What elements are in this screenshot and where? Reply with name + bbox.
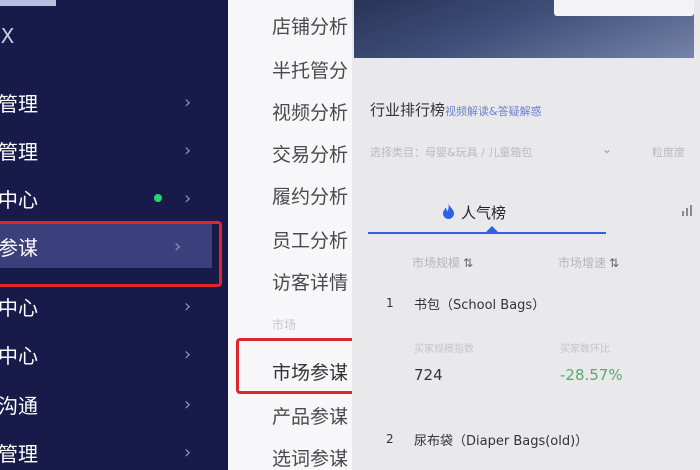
chevron-right-icon: › — [184, 441, 192, 463]
submenu-group-label: 市场 — [272, 318, 297, 332]
tab-active-caret — [486, 226, 498, 232]
chevron-right-icon: › — [184, 187, 192, 209]
column-header-label: 市场增速 — [558, 256, 607, 270]
rank-number: 1 — [386, 296, 394, 310]
category-name[interactable]: 尿布袋（Diaper Bags(old)） — [414, 430, 588, 449]
flame-icon — [442, 202, 455, 223]
chevron-right-icon: › — [184, 295, 192, 317]
sidebar-item-label: 中心 — [0, 343, 38, 368]
annotation-highlight-box — [0, 221, 222, 287]
metric-value: 724 — [414, 366, 443, 384]
page-title: 行业排行榜 — [370, 101, 446, 119]
sidebar-item-label: 中心 — [0, 295, 38, 320]
sidebar-item[interactable]: 管理 › — [0, 80, 212, 124]
sidebar-collapse-icon[interactable]: Ⅸ — [0, 24, 14, 48]
bar-chart-icon[interactable] — [682, 204, 698, 220]
submenu-item[interactable]: 交易分析 — [272, 140, 348, 167]
sidebar-item[interactable]: 中心 › — [0, 284, 212, 328]
ranking-header: 行业排行榜视频解读&答疑解惑 — [370, 99, 542, 120]
sidebar-item[interactable]: 中心 › — [0, 332, 212, 376]
ranking-tabs: 人气榜 — [352, 196, 700, 240]
tab-popular[interactable]: 人气榜 — [442, 202, 506, 223]
tab-active-underline — [368, 232, 606, 234]
submenu-item[interactable]: 选词参谋 — [272, 444, 348, 470]
submenu-item[interactable]: 访客详情 — [272, 268, 348, 295]
sort-icon[interactable]: ⇅ — [463, 256, 473, 270]
sidebar-item-label: 管理 — [0, 139, 38, 164]
rank-number: 2 — [386, 432, 394, 446]
chevron-right-icon: › — [184, 393, 192, 415]
chevron-right-icon: › — [184, 343, 192, 365]
submenu-item[interactable]: 视频分析 — [272, 98, 348, 125]
sidebar-item-label: 管理 — [0, 441, 38, 466]
banner-button[interactable] — [554, 0, 694, 16]
metric-label: 买家规模指数 — [414, 344, 474, 355]
submenu-item[interactable]: 半托管分 — [272, 56, 348, 83]
sidebar-item[interactable]: 管理 › — [0, 128, 212, 172]
status-dot — [154, 194, 162, 202]
sidebar-item-label: 沟通 — [0, 393, 38, 418]
sidebar-item-label: 管理 — [0, 91, 38, 116]
column-header-label: 市场规模 — [412, 256, 461, 270]
column-header-market-growth[interactable]: 市场增速 ⇅ — [558, 254, 619, 271]
granularity-select[interactable]: 粒度度 — [652, 144, 685, 160]
submenu-item[interactable]: 员工分析 — [272, 226, 348, 253]
submenu-item[interactable]: 产品参谋 — [272, 402, 348, 429]
screen: { "sidebar": { "top_glyph": "Ⅸ", "items"… — [0, 0, 700, 470]
tab-popular-label: 人气榜 — [461, 204, 507, 222]
sidebar-item[interactable]: 中心 › — [0, 176, 212, 220]
chevron-down-icon[interactable]: ⌄ — [602, 142, 612, 156]
main-content: 行业排行榜视频解读&答疑解惑 选择类目：母婴&玩具 / 儿童箱包 ⌄ 粒度度 人… — [352, 0, 700, 470]
sort-icon[interactable]: ⇅ — [609, 256, 619, 270]
video-guide-link[interactable]: 视频解读&答疑解惑 — [445, 105, 542, 118]
banner-image — [354, 0, 694, 58]
chevron-right-icon: › — [184, 91, 192, 113]
metric-growth-value: -28.57% — [560, 366, 623, 384]
chevron-right-icon: › — [184, 139, 192, 161]
category-select[interactable]: 选择类目：母婴&玩具 / 儿童箱包 — [370, 146, 532, 159]
column-header-market-size[interactable]: 市场规模 ⇅ — [412, 254, 473, 271]
submenu-item[interactable]: 店铺分析 — [272, 12, 348, 39]
submenu-item[interactable]: 履约分析 — [272, 182, 348, 209]
sidebar-item[interactable]: 沟通 › — [0, 382, 212, 426]
sidebar-item-label: 中心 — [0, 187, 38, 212]
sidebar-topbar — [0, 0, 56, 6]
category-name[interactable]: 书包（School Bags） — [414, 294, 545, 313]
sidebar-item[interactable]: 管理 › — [0, 430, 212, 470]
category-filter[interactable]: 选择类目：母婴&玩具 / 儿童箱包 ⌄ 粒度度 — [370, 142, 700, 160]
metric-label: 买家数环比 — [560, 344, 610, 355]
